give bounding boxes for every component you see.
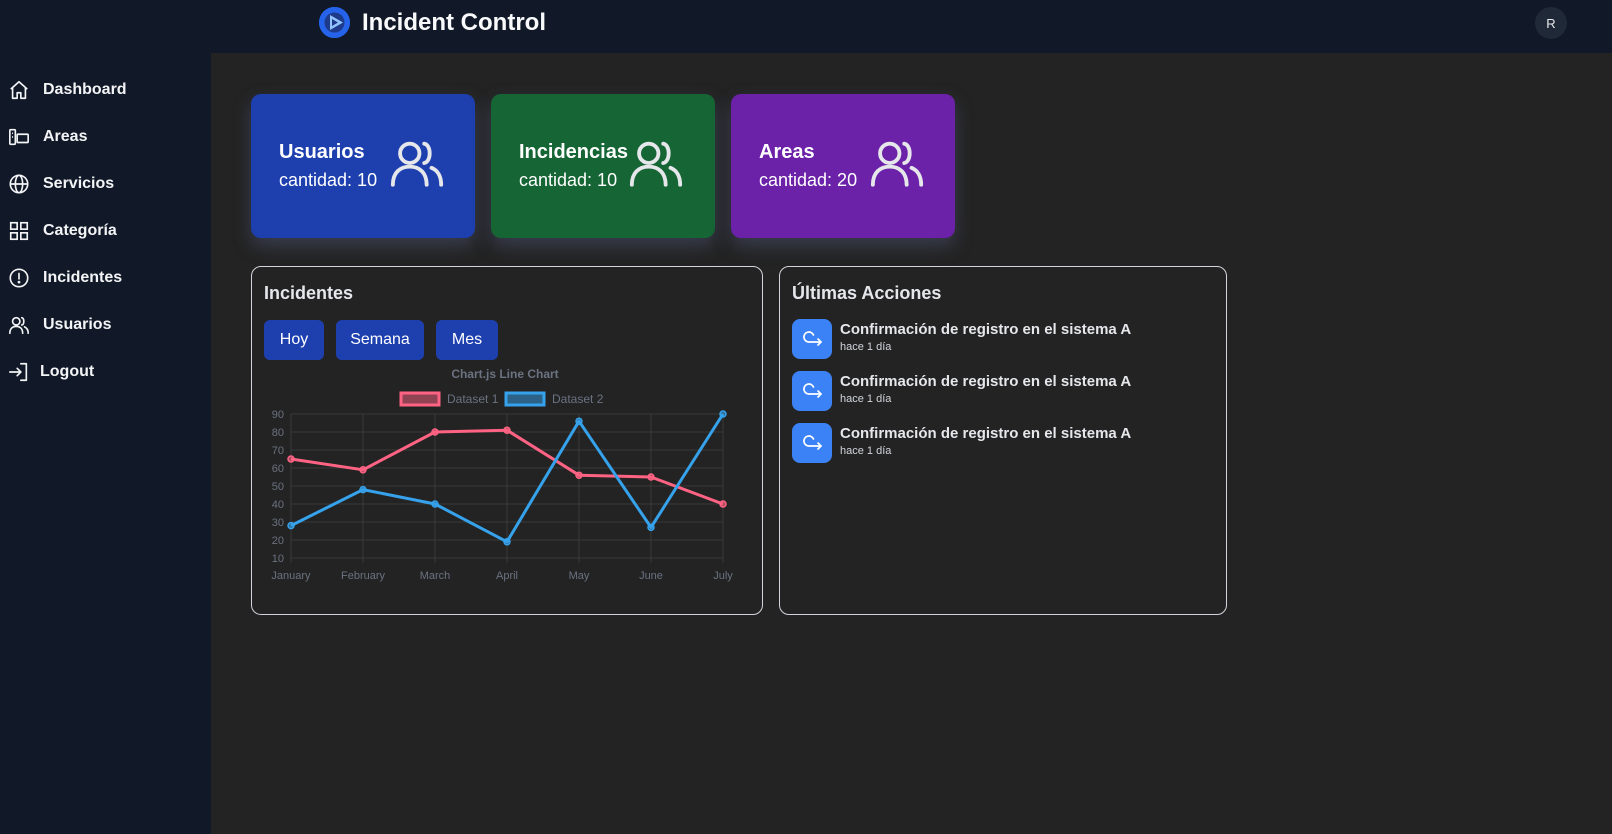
panel-title: Incidentes [264, 283, 354, 303]
action-time: hace 1 día [840, 393, 892, 405]
sidebar-item-label: Categoría [43, 222, 117, 239]
data-point[interactable] [503, 426, 511, 434]
stat-card-count: cantidad: 10 [519, 170, 618, 190]
app-logo-icon [319, 7, 350, 38]
data-point[interactable] [575, 417, 583, 425]
action-item[interactable]: Confirmación de registro en el sistema A… [792, 371, 1131, 411]
sidebar-item-label: Incidentes [43, 269, 123, 286]
stat-card-incidencias[interactable]: Incidencias cantidad: 10 [491, 94, 715, 238]
y-tick-label: 40 [272, 499, 284, 511]
redo-icon [792, 319, 832, 359]
chart-title: Chart.js Line Chart [451, 367, 558, 381]
alert-circle-icon [9, 268, 29, 288]
y-tick-label: 50 [272, 481, 284, 493]
sidebar-item-label: Usuarios [43, 316, 112, 333]
y-tick-label: 90 [272, 409, 284, 421]
data-point[interactable] [647, 523, 655, 532]
redo-icon [792, 371, 832, 411]
stat-card-count: cantidad: 10 [279, 170, 378, 190]
latest-actions-panel: Últimas Acciones Confirmación de registr… [779, 266, 1227, 615]
users-icon [390, 141, 444, 187]
sidebar-item-usuarios[interactable]: Usuarios [8, 310, 111, 340]
users-icon [870, 141, 924, 187]
sidebar-item-areas[interactable]: Areas [8, 122, 87, 152]
legend-swatch [504, 391, 546, 407]
y-tick-label: 10 [272, 553, 284, 565]
x-tick-label: January [271, 570, 311, 582]
x-tick-label: June [639, 570, 663, 582]
stat-card-title: Areas [759, 141, 815, 163]
y-tick-label: 80 [272, 427, 284, 439]
data-point[interactable] [287, 521, 295, 530]
range-button-mes[interactable]: Mes [436, 320, 498, 360]
legend-item[interactable]: Dataset 2 [504, 391, 604, 407]
user-avatar[interactable]: R [1535, 7, 1567, 39]
legend-swatch [399, 391, 441, 407]
action-title: Confirmación de registro en el sistema A [840, 373, 1132, 390]
action-time: hace 1 día [840, 341, 892, 353]
action-time: hace 1 día [840, 445, 892, 457]
home-icon [10, 80, 28, 100]
stat-card-count: cantidad: 20 [759, 170, 858, 190]
x-tick-label: July [713, 570, 733, 582]
data-point[interactable] [719, 410, 727, 418]
users-icon [9, 316, 29, 335]
sidebar-item-logout[interactable]: Logout [8, 357, 94, 387]
data-point[interactable] [359, 485, 367, 494]
data-point[interactable] [431, 428, 439, 436]
stat-card-title: Incidencias [519, 141, 628, 163]
y-tick-label: 20 [272, 535, 284, 547]
y-tick-label: 60 [272, 463, 284, 475]
legend-label: Dataset 2 [552, 392, 604, 406]
grid-icon [9, 221, 29, 241]
data-point[interactable] [359, 466, 367, 474]
stat-card-usuarios[interactable]: Usuarios cantidad: 10 [251, 94, 475, 238]
sidebar: Dashboard Areas Servicios Categoría Inci… [0, 53, 211, 834]
data-point[interactable] [503, 538, 511, 546]
sidebar-item-label: Servicios [43, 175, 115, 192]
x-axis-ticks: January February March April May June July [271, 570, 733, 582]
data-point[interactable] [719, 500, 727, 508]
range-button-hoy[interactable]: Hoy [264, 320, 324, 360]
app-title: Incident Control [362, 8, 546, 36]
sidebar-item-label: Areas [43, 128, 88, 145]
sidebar-item-label: Logout [40, 363, 95, 380]
x-tick-label: March [420, 570, 451, 582]
top-bar: Incident Control R [0, 0, 1612, 53]
brand[interactable]: Incident Control [319, 7, 546, 38]
range-button-semana[interactable]: Semana [336, 320, 424, 360]
x-tick-label: May [569, 570, 590, 582]
data-point[interactable] [287, 455, 295, 463]
legend-label: Dataset 1 [447, 392, 499, 406]
incidents-line-chart: Chart.js Line Chart Dataset 1 Dataset 2 9… [271, 367, 733, 582]
y-axis-ticks: 90 80 70 60 50 40 30 20 10 [272, 409, 284, 565]
x-tick-label: February [341, 570, 386, 582]
data-point[interactable] [647, 473, 655, 481]
action-title: Confirmación de registro en el sistema A [840, 321, 1132, 338]
action-item[interactable]: Confirmación de registro en el sistema A… [792, 319, 1131, 359]
incidents-panel: Incidentes Hoy Semana Mes Chart.js Line … [251, 266, 763, 615]
y-tick-label: 30 [272, 517, 284, 529]
sidebar-item-label: Dashboard [43, 81, 127, 98]
chart-legend: Dataset 1 Dataset 2 [399, 391, 604, 407]
x-tick-label: April [496, 570, 518, 582]
action-item[interactable]: Confirmación de registro en el sistema A… [792, 423, 1131, 463]
sidebar-item-incidentes[interactable]: Incidentes [8, 263, 122, 293]
logout-icon [9, 362, 28, 382]
action-title: Confirmación de registro en el sistema A [840, 425, 1132, 442]
sidebar-item-servicios[interactable]: Servicios [8, 169, 114, 199]
panel-title: Últimas Acciones [792, 283, 942, 303]
sidebar-item-dashboard[interactable]: Dashboard [8, 75, 127, 105]
data-point[interactable] [575, 471, 583, 479]
redo-icon [792, 423, 832, 463]
y-tick-label: 70 [272, 445, 284, 457]
globe-icon [9, 174, 29, 194]
users-icon [629, 141, 683, 187]
sidebar-item-categoria[interactable]: Categoría [8, 216, 117, 246]
stat-card-title: Usuarios [279, 141, 365, 163]
stat-card-areas[interactable]: Areas cantidad: 20 [731, 94, 955, 238]
data-point[interactable] [431, 500, 439, 508]
areas-icon [9, 128, 29, 146]
legend-item[interactable]: Dataset 1 [399, 391, 499, 407]
